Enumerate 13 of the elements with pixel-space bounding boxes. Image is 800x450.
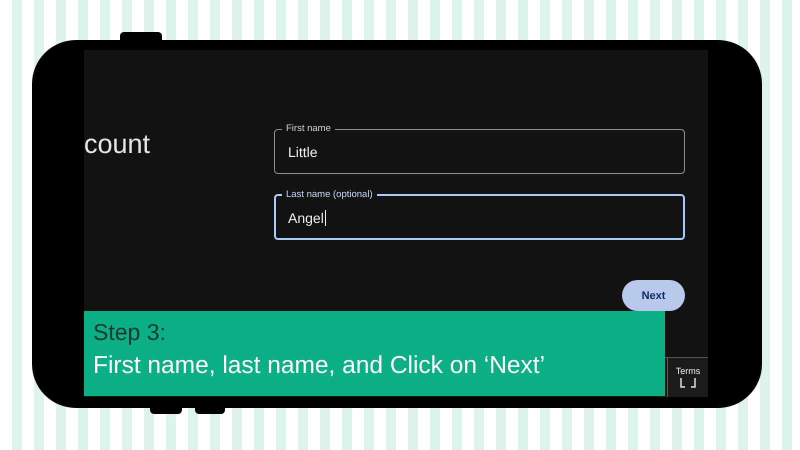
caption-text: First name, last name, and Click on ‘Next’ — [93, 351, 546, 381]
field-value: Little — [288, 144, 318, 160]
next-button[interactable]: Next — [622, 280, 685, 311]
text-cursor-icon — [324, 210, 326, 226]
input-field[interactable]: First name Little — [274, 123, 685, 174]
field-label: First name — [285, 123, 332, 135]
terms-link[interactable]: Terms — [676, 366, 700, 376]
fullscreen-icon[interactable] — [680, 378, 696, 388]
field-value: Angel — [288, 210, 324, 226]
input-field[interactable]: Last name (optional) Angel — [274, 189, 685, 240]
page-heading: count — [84, 128, 152, 160]
caption-title: Step 3: — [93, 318, 167, 347]
field-label: Last name (optional) — [285, 189, 374, 201]
